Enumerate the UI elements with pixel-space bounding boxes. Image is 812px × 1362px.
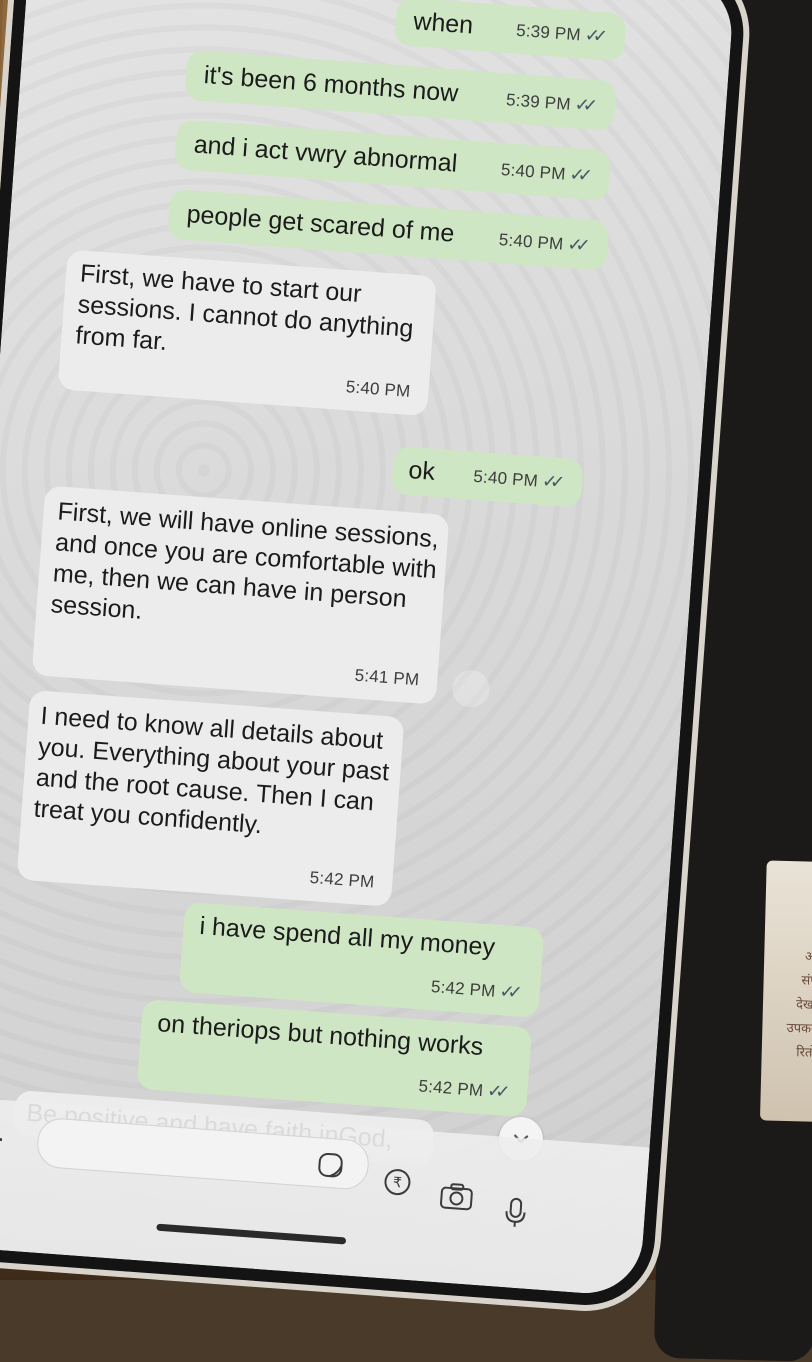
rupee-payment-icon: ₹ [381,1166,413,1198]
read-receipt-icon: ✓✓ [574,89,598,122]
microphone-button[interactable] [497,1195,533,1231]
message-text: on theriops but nothing works [156,1008,484,1063]
message-text: i have spend all my money [199,911,496,964]
message-bubble-outgoing[interactable]: i have spend all my money 5:42 PM ✓✓ [179,902,545,1018]
read-receipt-icon: ✓✓ [568,159,592,192]
message-text: people get scared of me [186,199,456,250]
phone: when 5:39 PM ✓✓ it's been 6 months now 5… [0,0,748,1310]
message-meta: 5:40 PM ✓✓ [472,461,565,499]
message-bubble-outgoing[interactable]: when 5:39 PM ✓✓ [394,0,627,62]
message-bubble-outgoing[interactable]: people get scared of me 5:40 PM ✓✓ [167,189,609,271]
svg-text:₹: ₹ [392,1175,402,1192]
message-text: and i act vwry abnormal [193,129,459,179]
message-time: 5:42 PM [430,971,497,1007]
microphone-icon [502,1196,528,1230]
message-text: First, we will have online sessions, and… [50,496,440,648]
camera-icon [439,1180,475,1212]
message-text: when [412,6,474,41]
message-bubble-incoming[interactable]: First, we will have online sessions, and… [32,485,450,704]
background-phone-text: ( ओं संप देखो उपकर रितो [763,920,812,1065]
sticker-button[interactable] [312,1147,348,1183]
message-time: 5:42 PM [418,1070,485,1106]
message-bubble-outgoing[interactable]: ok 5:40 PM ✓✓ [391,446,584,508]
message-time: 5:41 PM [354,660,421,696]
message-composer: + ₹ [0,1096,650,1297]
message-meta: 5:39 PM ✓✓ [505,84,598,122]
payment-button[interactable]: ₹ [379,1164,415,1200]
message-bubble-incoming[interactable]: I need to know all details about you. Ev… [17,690,405,907]
read-receipt-icon: ✓✓ [566,229,590,262]
read-receipt-icon: ✓✓ [541,466,565,499]
message-time: 5:40 PM [498,224,565,260]
message-time: 5:40 PM [345,371,412,407]
message-text: ok [407,455,436,488]
message-meta: 5:40 PM [345,371,412,407]
camera-button[interactable] [438,1178,474,1214]
message-meta: 5:39 PM ✓✓ [515,15,608,53]
chat-screen: when 5:39 PM ✓✓ it's been 6 months now 5… [0,0,735,1297]
message-time: 5:42 PM [309,862,376,898]
message-meta: 5:42 PM ✓✓ [418,1070,511,1108]
message-time: 5:39 PM [505,84,572,120]
message-meta: 5:40 PM ✓✓ [500,154,593,192]
message-text: it's been 6 months now [203,60,460,110]
message-text: I need to know all details about you. Ev… [33,701,393,850]
message-time: 5:39 PM [515,15,582,51]
message-bubble-outgoing[interactable]: and i act vwry abnormal 5:40 PM ✓✓ [174,119,611,201]
home-indicator [156,1224,346,1245]
message-meta: 5:40 PM ✓✓ [498,224,591,262]
message-time: 5:40 PM [472,461,539,497]
read-receipt-icon: ✓✓ [584,20,608,53]
read-receipt-icon: ✓✓ [498,976,522,1009]
sticker-icon [316,1150,346,1180]
message-text: First, we have to start our sessions. I … [74,258,416,375]
message-meta: 5:42 PM ✓✓ [430,971,523,1009]
message-bubble-outgoing[interactable]: on theriops but nothing works 5:42 PM ✓✓ [137,999,533,1117]
message-bubble-outgoing[interactable]: it's been 6 months now 5:39 PM ✓✓ [184,50,617,131]
message-bubble-incoming[interactable]: First, we have to start our sessions. I … [58,249,437,416]
plus-icon[interactable]: + [0,1117,5,1164]
message-time: 5:40 PM [500,154,567,190]
message-meta: 5:42 PM [309,862,376,898]
message-meta: 5:41 PM [354,660,421,696]
read-receipt-icon: ✓✓ [486,1075,510,1108]
